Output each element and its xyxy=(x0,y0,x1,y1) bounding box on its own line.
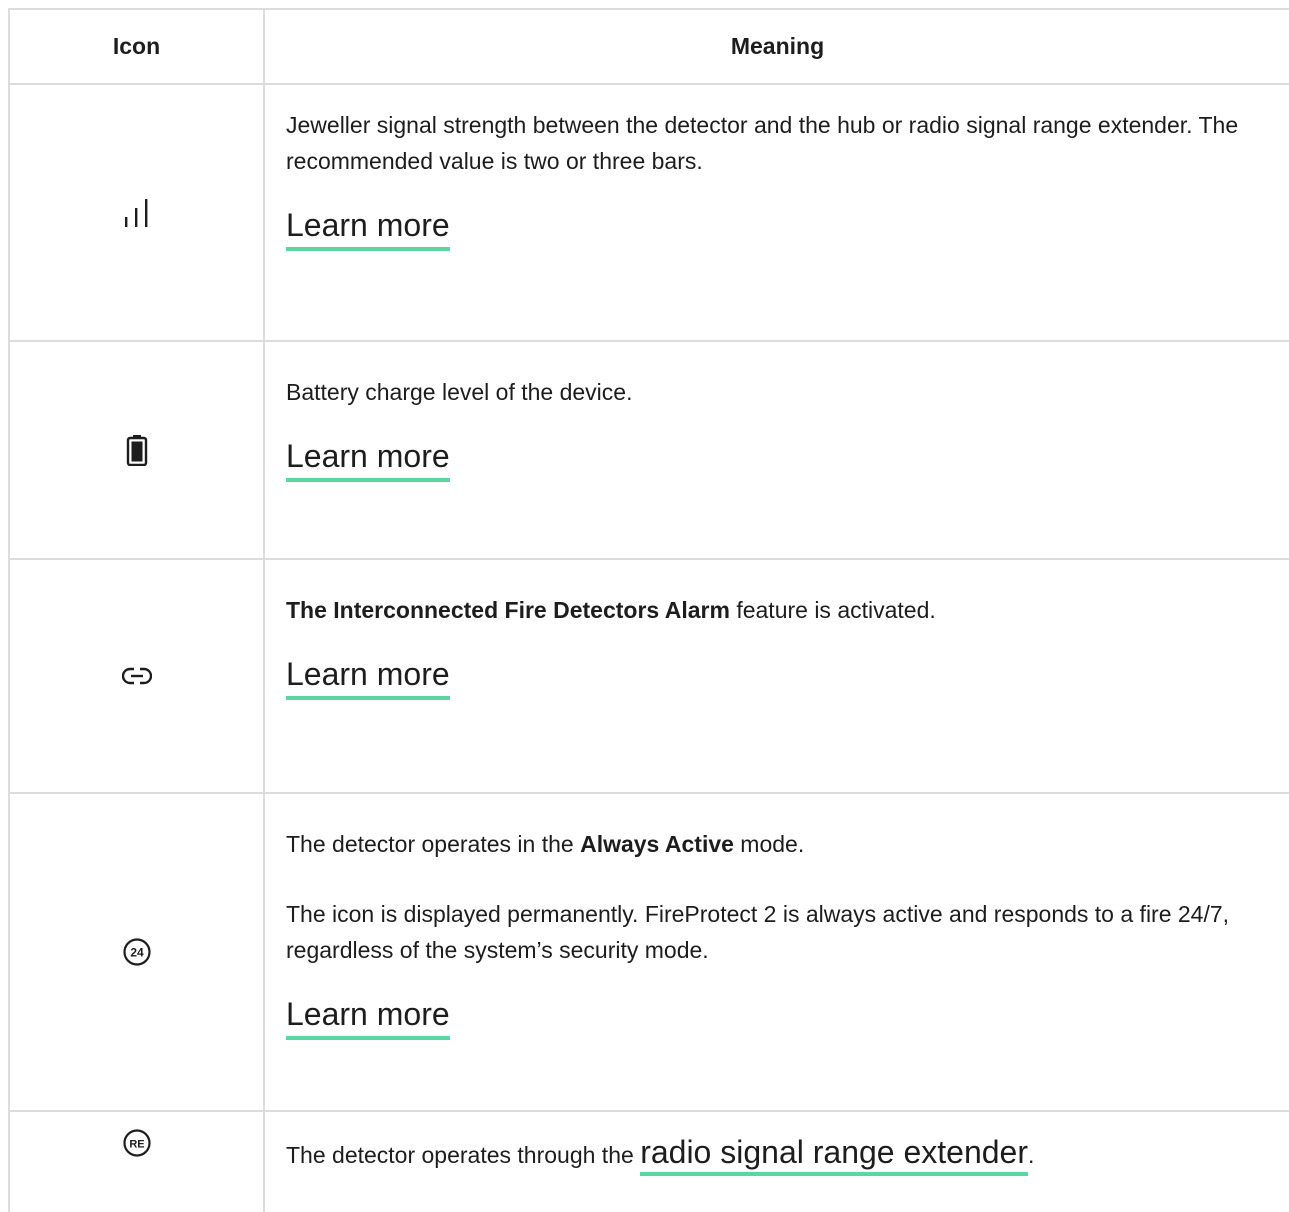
feature-text: feature is activated. xyxy=(729,597,936,623)
learn-more-link[interactable]: Learn more xyxy=(286,994,450,1040)
table-row: Battery charge level of the device. Lear… xyxy=(10,342,1289,560)
header-icon-column: Icon xyxy=(10,10,265,83)
battery-icon xyxy=(126,435,147,466)
svg-text:24: 24 xyxy=(130,946,144,960)
meaning-cell: Jeweller signal strength between the det… xyxy=(265,85,1289,340)
meaning-cell: Battery charge level of the device. Lear… xyxy=(265,342,1289,558)
meaning-cell: The detector operates through the radio … xyxy=(265,1112,1289,1212)
svg-text:RE: RE xyxy=(129,1139,144,1151)
table-row: Jeweller signal strength between the det… xyxy=(10,85,1289,342)
icon-cell: RE xyxy=(10,1112,265,1212)
table-header-row: Icon Meaning xyxy=(10,10,1289,85)
battery-description: Battery charge level of the device. xyxy=(286,379,633,405)
signal-description: Jeweller signal strength between the det… xyxy=(286,112,1239,174)
always-active-description: The detector operates in the Always Acti… xyxy=(286,831,805,857)
24-hours-icon: 24 xyxy=(122,938,151,966)
learn-more-link[interactable]: Learn more xyxy=(286,654,450,700)
table-row: RE The detector operates through the rad… xyxy=(10,1112,1289,1212)
meaning-cell: The detector operates in the Always Acti… xyxy=(265,794,1289,1110)
icon-cell: 24 xyxy=(10,794,265,1110)
meaning-cell: The Interconnected Fire Detectors Alarm … xyxy=(265,560,1289,792)
icon-cell xyxy=(10,85,265,340)
table-row: 24 The detector operates in the Always A… xyxy=(10,794,1289,1112)
learn-more-link[interactable]: Learn more xyxy=(286,205,450,251)
range-extender-icon: RE xyxy=(122,1129,151,1157)
feature-name: The Interconnected Fire Detectors Alarm xyxy=(286,597,730,623)
always-active-details: The icon is displayed permanently. FireP… xyxy=(286,901,1230,963)
icons-table: Icon Meaning Jeweller signal strength be… xyxy=(8,8,1289,1212)
interconnected-description: The Interconnected Fire Detectors Alarm … xyxy=(286,592,1289,628)
signal-bars-icon xyxy=(124,198,147,227)
header-meaning-column: Meaning xyxy=(730,33,825,59)
extender-description: The detector operates through the radio … xyxy=(286,1134,1289,1176)
link-icon xyxy=(121,667,152,685)
mode-name: Always Active xyxy=(580,831,734,857)
learn-more-link[interactable]: Learn more xyxy=(286,436,450,482)
range-extender-link[interactable]: radio signal range extender xyxy=(640,1134,1028,1176)
icon-cell xyxy=(10,560,265,792)
icon-cell xyxy=(10,342,265,558)
table-row: The Interconnected Fire Detectors Alarm … xyxy=(10,560,1289,794)
